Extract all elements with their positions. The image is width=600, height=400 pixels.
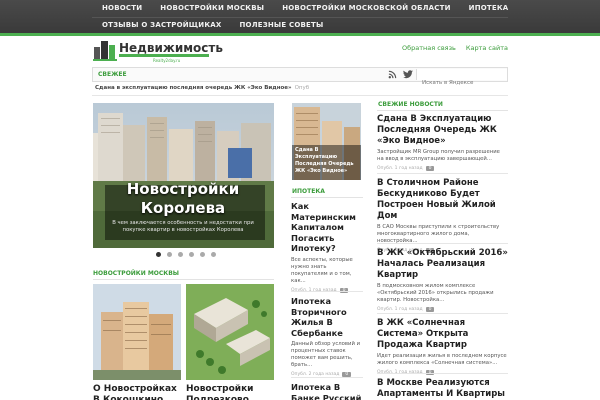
item-divider: [377, 313, 508, 314]
search-input[interactable]: [417, 77, 507, 89]
middle-featured-image[interactable]: Сдана В Эксплуатацию Последняя Очередь Ж…: [292, 103, 361, 180]
social-icons: [388, 70, 413, 79]
mortgage-item-text: Все аспекты, которые нужно знать покупат…: [291, 256, 353, 284]
news-item-title[interactable]: В ЖК «Солнечная Система» Открыта Продажа…: [377, 318, 508, 351]
news-item-text: Идет реализация жилья в последнем корпус…: [377, 353, 507, 366]
fresh-bar: СВЕЖЕЕ: [92, 67, 508, 89]
mortgage-section-label[interactable]: ИПОТЕКА: [292, 188, 325, 195]
news-item-title[interactable]: Сдана В Эксплуатацию Последняя Очередь Ж…: [377, 114, 508, 147]
moscow-section-label[interactable]: НОВОСТРОЙКИ МОСКВЫ: [93, 270, 179, 277]
fresh-news-divider: [377, 110, 508, 111]
news-item-date: Опубл. 1 год назад: [377, 166, 423, 171]
top-navigation: НОВОСТИ НОВОСТРОЙКИ МОСКВЫ НОВОСТРОЙКИ М…: [0, 0, 600, 36]
item-divider: [377, 373, 508, 374]
nav-mortgage[interactable]: ИПОТЕКА: [460, 1, 518, 15]
search-box: [416, 69, 507, 89]
mortgage-item-title[interactable]: Как Материнским Капиталом Погасить Ипоте…: [291, 201, 363, 254]
news-item-title[interactable]: В Москве Реализуются Апартаменты И Кварт…: [377, 378, 508, 400]
slider-dot[interactable]: [211, 252, 216, 257]
logo-underline: [119, 54, 209, 57]
news-ticker: Сдана в эксплуатацию последняя очередь Ж…: [95, 85, 309, 91]
slider-dot[interactable]: [167, 252, 172, 257]
mortgage-section-divider: [291, 197, 363, 198]
card-kokoshkino-image[interactable]: [93, 284, 181, 380]
slider-text: В чем заключается особенность и недостат…: [112, 220, 254, 233]
ticker-date: Опуб: [294, 85, 310, 91]
mortgage-item: Как Материнским Капиталом Погасить Ипоте…: [291, 201, 363, 293]
logo-subtitle: Realty2day.ru: [153, 58, 181, 63]
slider-dot[interactable]: [189, 252, 194, 257]
card-podrezkovo-image[interactable]: [186, 284, 274, 380]
rss-icon[interactable]: [388, 70, 397, 79]
news-item: В ЖК «Солнечная Система» Открыта Продажа…: [377, 318, 508, 375]
mortgage-item-title[interactable]: Ипотека В Банке Русский: [291, 382, 363, 400]
news-item-text: В подмосковном жилом комплексе «Октябрьс…: [377, 283, 494, 303]
nav-useful-tips[interactable]: ПОЛЕЗНЫЕ СОВЕТЫ: [230, 18, 332, 32]
nav-moscow-region-new-buildings[interactable]: НОВОСТРОЙКИ МОСКОВСКОЙ ОБЛАСТИ: [273, 1, 459, 15]
card-kokoshkino-title[interactable]: О Новостройках В Кокошкино: [93, 384, 181, 400]
buildings-logo-icon: [93, 41, 117, 61]
slider-dot[interactable]: [156, 252, 161, 257]
logo-name: Недвижимость: [119, 41, 223, 55]
item-divider: [291, 291, 363, 292]
header-links: Обратная связь Карта сайта: [402, 44, 508, 52]
news-item: Сдана В Эксплуатацию Последняя Очередь Ж…: [377, 114, 508, 171]
middle-featured-caption: Сдана В Эксплуатацию Последняя Очередь Ж…: [295, 147, 354, 174]
news-item-title[interactable]: В ЖК «Октябрьский 2016» Началась Реализа…: [377, 248, 508, 281]
site-logo[interactable]: Недвижимость Realty2day.ru: [93, 39, 223, 63]
kokoshkino-buildings-image: [93, 284, 181, 380]
news-item-text: Застройщик MR Group получил разрешение н…: [377, 149, 500, 162]
mortgage-item: Ипотека Вторичного Жилья В Сбербанке Дан…: [291, 296, 363, 377]
slider-dots: [156, 252, 216, 257]
feedback-link[interactable]: Обратная связь: [402, 44, 456, 52]
card-podrezkovo-title[interactable]: Новостройки Подрезково: [186, 384, 274, 400]
mortgage-item: Ипотека В Банке Русский: [291, 382, 363, 400]
nav-news[interactable]: НОВОСТИ: [92, 1, 151, 15]
news-item-meta: Опубл. 1 год назад 0: [377, 307, 508, 312]
slider-title[interactable]: Новостройки Королева: [107, 180, 259, 218]
nav-row-2: ОТЗЫВЫ О ЗАСТРОЙЩИКАХ ПОЛЕЗНЫЕ СОВЕТЫ: [92, 18, 332, 32]
news-item-text: В САО Москвы приступили к строительству …: [377, 224, 500, 244]
news-item: В ЖК «Октябрьский 2016» Началась Реализа…: [377, 248, 508, 312]
slider-dot[interactable]: [200, 252, 205, 257]
comment-count-badge[interactable]: 0: [425, 166, 435, 171]
moscow-section-divider: [93, 279, 274, 280]
comment-count-badge[interactable]: 0: [425, 307, 435, 312]
sitemap-link[interactable]: Карта сайта: [466, 44, 508, 52]
fresh-news-section-label[interactable]: СВЕЖИЕ НОВОСТИ: [378, 101, 443, 108]
nav-moscow-new-buildings[interactable]: НОВОСТРОЙКИ МОСКВЫ: [151, 1, 273, 15]
news-item-meta: Опубл. 1 год назад 0: [377, 166, 508, 171]
nav-developer-reviews[interactable]: ОТЗЫВЫ О ЗАСТРОЙЩИКАХ: [92, 18, 230, 32]
news-item-title[interactable]: В Столичном Районе Бескудниково Будет По…: [377, 178, 508, 222]
header-divider: [92, 95, 508, 96]
news-item: В Столичном Районе Бескудниково Будет По…: [377, 178, 508, 253]
news-item-date: Опубл. 1 год назад: [377, 307, 423, 312]
ticker-title[interactable]: Сдана в эксплуатацию последняя очередь Ж…: [95, 85, 292, 91]
slider-caption: Новостройки Королева В чем заключается о…: [107, 180, 259, 234]
item-divider: [291, 377, 363, 378]
mortgage-item-title[interactable]: Ипотека Вторичного Жилья В Сбербанке: [291, 296, 363, 338]
featured-slider[interactable]: Новостройки Королева В чем заключается о…: [93, 103, 274, 248]
podrezkovo-render-image: [186, 284, 274, 380]
nav-row-1: НОВОСТИ НОВОСТРОЙКИ МОСКВЫ НОВОСТРОЙКИ М…: [92, 1, 517, 15]
slider-dot[interactable]: [178, 252, 183, 257]
fresh-label: СВЕЖЕЕ: [98, 71, 127, 78]
news-item: В Москве Реализуются Апартаменты И Кварт…: [377, 378, 508, 400]
mortgage-item-text: Данный обзор условий и процентных ставок…: [291, 341, 361, 368]
twitter-icon[interactable]: [403, 70, 413, 79]
item-divider: [377, 173, 508, 174]
item-divider: [377, 243, 508, 244]
